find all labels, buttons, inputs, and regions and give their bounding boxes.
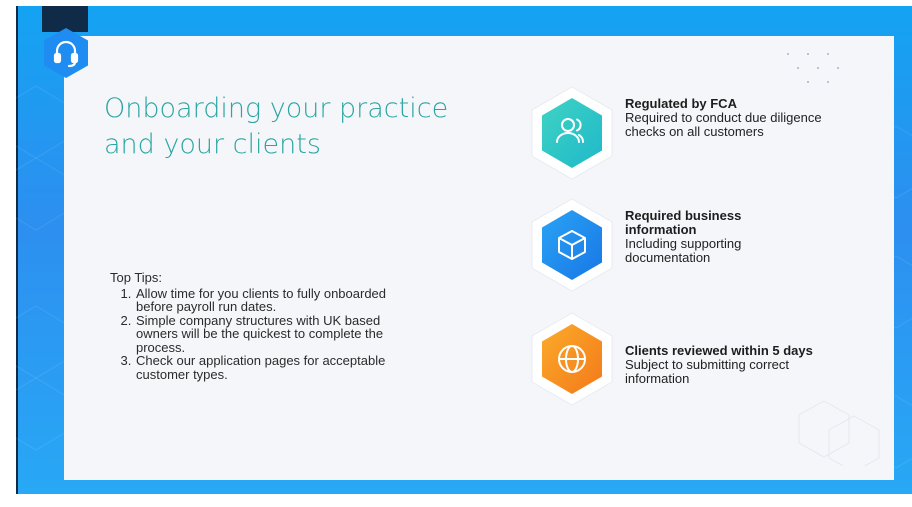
feature-title: Clients reviewed within 5 days	[625, 343, 813, 358]
feature-description: Including supporting documentation	[625, 236, 742, 265]
feature-hex-globe	[531, 312, 613, 406]
tip-item: Allow time for you clients to fully onbo…	[135, 286, 400, 314]
feature-review-time: Clients reviewed within 5 days Subject t…	[530, 311, 850, 407]
feature-title: Required business information	[625, 208, 742, 237]
page-title: Onboarding your practice and your client…	[104, 93, 449, 160]
tip-item: Check our application pages for acceptab…	[135, 354, 400, 381]
feature-text: Clients reviewed within 5 days Subject t…	[625, 344, 845, 386]
feature-business-info: Required business information Including …	[530, 197, 850, 293]
tips-list: Allow time for you clients to fully onbo…	[110, 286, 400, 382]
feature-hex-cube	[531, 198, 613, 292]
feature-text: Required business information Including …	[625, 209, 835, 265]
top-tips: Top Tips: Allow time for you clients to …	[110, 271, 400, 381]
feature-text: Regulated by FCA Required to conduct due…	[625, 97, 835, 139]
feature-description: Subject to submitting correct informatio…	[625, 357, 790, 386]
feature-title: Regulated by FCA	[625, 96, 737, 111]
feature-regulated: Regulated by FCA Required to conduct due…	[530, 85, 850, 181]
feature-description: Required to conduct due diligence checks…	[625, 110, 822, 139]
headset-badge	[44, 28, 88, 78]
tips-heading: Top Tips:	[110, 270, 163, 285]
tip-item: Simple company structures with UK based …	[135, 313, 400, 355]
feature-hex-users	[531, 86, 613, 180]
